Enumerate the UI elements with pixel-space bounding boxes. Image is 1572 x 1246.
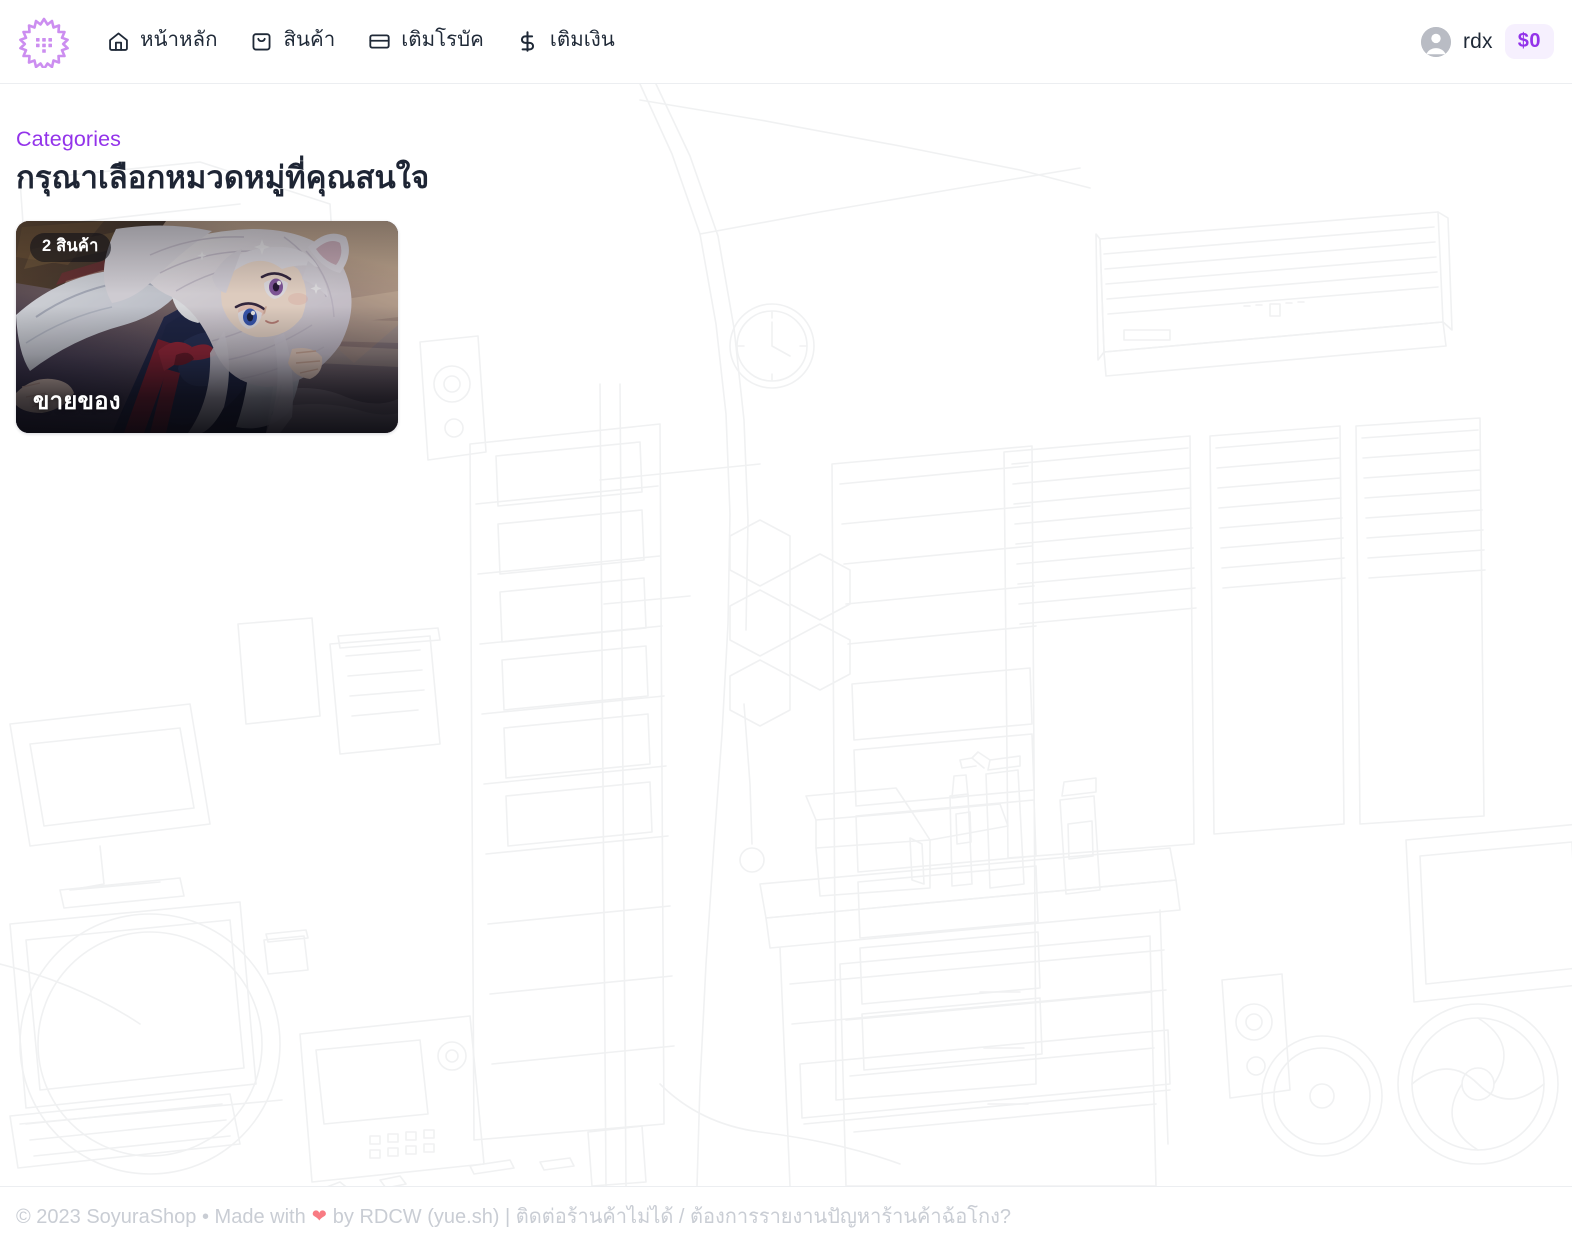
home-icon bbox=[106, 30, 130, 54]
category-title: ขายของ bbox=[33, 388, 121, 416]
category-grid: 2 สินค้า ขายของ bbox=[16, 221, 1556, 434]
nav-item-products-label: สินค้า bbox=[283, 28, 336, 52]
main-content: Categories กรุณาเลือกหมวดหมู่ที่คุณสนใจ bbox=[0, 84, 1572, 1186]
nav-item-topup-money[interactable]: เติมเงิน bbox=[500, 22, 631, 62]
nav-item-products[interactable]: สินค้า bbox=[234, 22, 352, 62]
footer-report-link[interactable]: ติดต่อร้านค้าไม่ได้ / ต้องการรายงานปัญหา… bbox=[516, 1205, 1011, 1229]
nav-item-home[interactable]: หน้าหลัก bbox=[90, 22, 234, 62]
nav-item-topup-robux[interactable]: เติมโรบัค bbox=[351, 22, 500, 62]
dollar-sign-icon bbox=[516, 30, 540, 54]
shopping-bag-icon bbox=[250, 30, 274, 54]
footer-credit: by RDCW (yue.sh) | bbox=[332, 1205, 511, 1228]
footer-text: © 2023 SoyuraShop • Made with ❤ by RDCW … bbox=[16, 1205, 1011, 1229]
user-area: rdx $0 bbox=[1420, 24, 1554, 59]
footer-copyright: © 2023 SoyuraShop • Made with bbox=[16, 1205, 306, 1228]
site-footer: © 2023 SoyuraShop • Made with ❤ by RDCW … bbox=[0, 1186, 1572, 1246]
category-card[interactable]: 2 สินค้า ขายของ bbox=[16, 221, 398, 434]
nav-item-home-label: หน้าหลัก bbox=[140, 28, 218, 52]
category-count-badge: 2 สินค้า bbox=[30, 233, 111, 262]
nav-item-topup-robux-label: เติมโรบัค bbox=[401, 28, 484, 52]
main-navigation: หน้าหลัก สินค้า เติมโรบัค เติมเงิน bbox=[90, 22, 631, 62]
user-avatar-icon[interactable] bbox=[1420, 26, 1451, 57]
nav-item-topup-money-label: เติมเงิน bbox=[549, 28, 615, 52]
sakura-flower-logo[interactable] bbox=[16, 14, 72, 70]
credit-card-icon bbox=[367, 30, 391, 54]
section-eyebrow: Categories bbox=[16, 127, 121, 151]
username-label: rdx bbox=[1462, 29, 1493, 53]
balance-badge[interactable]: $0 bbox=[1504, 24, 1554, 59]
site-header: หน้าหลัก สินค้า เติมโรบัค เติมเงิน rdx $… bbox=[0, 0, 1572, 84]
page-title: กรุณาเลือกหมวดหมู่ที่คุณสนใจ bbox=[16, 159, 430, 195]
heart-icon: ❤ bbox=[311, 1205, 327, 1226]
